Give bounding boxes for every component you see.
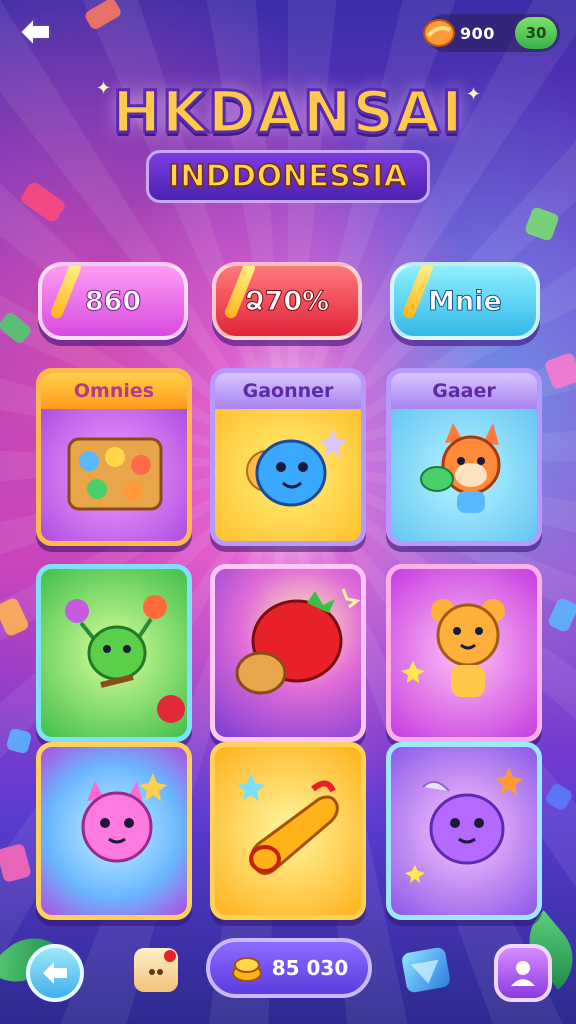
title-subtitle: INDDONESSIA — [168, 158, 408, 195]
back-arrow-icon — [19, 17, 51, 47]
game-card-5[interactable] — [210, 564, 366, 742]
stat-pill-label: Mnie — [428, 285, 503, 317]
game-card-9[interactable] — [386, 742, 542, 920]
game-card-gaaer[interactable]: Gaaer — [386, 368, 542, 546]
gem-button[interactable] — [400, 946, 452, 994]
tiger-character-icon — [401, 599, 505, 697]
stat-pill-2[interactable]: Ձ70% — [212, 262, 362, 340]
game-title: HKDANSAI INDDONESSIA — [0, 77, 576, 203]
gift-button[interactable] — [134, 948, 178, 992]
title-subtitle-banner: INDDONESSIA — [145, 150, 431, 203]
back-arrow-icon — [43, 962, 67, 984]
purple-bunny-character-icon — [405, 767, 523, 883]
floating-candy-decoration — [0, 596, 31, 638]
coins-counter[interactable]: 85 030 — [206, 938, 372, 998]
bottom-back-button[interactable] — [26, 944, 84, 1002]
title-main: HKDANSAI — [111, 77, 464, 148]
coins-value: 85 030 — [271, 956, 349, 980]
board-game-icon — [67, 437, 163, 511]
floating-candy-decoration — [543, 351, 576, 391]
floating-candy-decoration — [546, 596, 576, 634]
candy-coin-icon — [423, 19, 455, 47]
pink-cat-character-icon — [81, 773, 167, 863]
stat-pill-1[interactable]: 860 — [38, 262, 188, 340]
floating-candy-decoration — [83, 0, 123, 32]
currency-badge[interactable]: 30 — [515, 17, 557, 49]
fox-character-icon — [420, 423, 501, 513]
floating-candy-decoration — [0, 310, 33, 346]
stat-pill-3[interactable]: Mnie — [390, 262, 540, 340]
stat-pill-label: 860 — [84, 285, 142, 317]
floating-candy-decoration — [0, 842, 32, 884]
tomato-rocket-icon — [235, 588, 361, 695]
floating-candy-decoration — [543, 781, 575, 813]
blue-blob-character-icon — [246, 429, 347, 507]
currency-display[interactable]: 900 30 — [423, 14, 560, 52]
profile-button[interactable] — [494, 944, 552, 1002]
game-card-omnies[interactable]: Omnies — [36, 368, 192, 546]
gem-icon — [410, 959, 439, 984]
currency-amount: 900 — [460, 23, 495, 43]
golden-candy-icon — [237, 773, 339, 875]
game-card-8[interactable] — [210, 742, 366, 920]
stat-pill-label: Ձ70% — [244, 285, 330, 317]
coin-stack-icon — [231, 957, 262, 982]
game-card-gaonner[interactable]: Gaonner — [210, 368, 366, 546]
game-card-4[interactable] — [36, 564, 192, 742]
profile-icon — [511, 961, 535, 986]
back-button[interactable] — [14, 12, 58, 52]
green-alien-character-icon — [65, 595, 185, 723]
floating-candy-decoration — [524, 206, 560, 242]
game-card-7[interactable] — [36, 742, 192, 920]
game-card-6[interactable] — [386, 564, 542, 742]
floating-candy-decoration — [5, 727, 33, 755]
gift-icon — [149, 950, 176, 975]
